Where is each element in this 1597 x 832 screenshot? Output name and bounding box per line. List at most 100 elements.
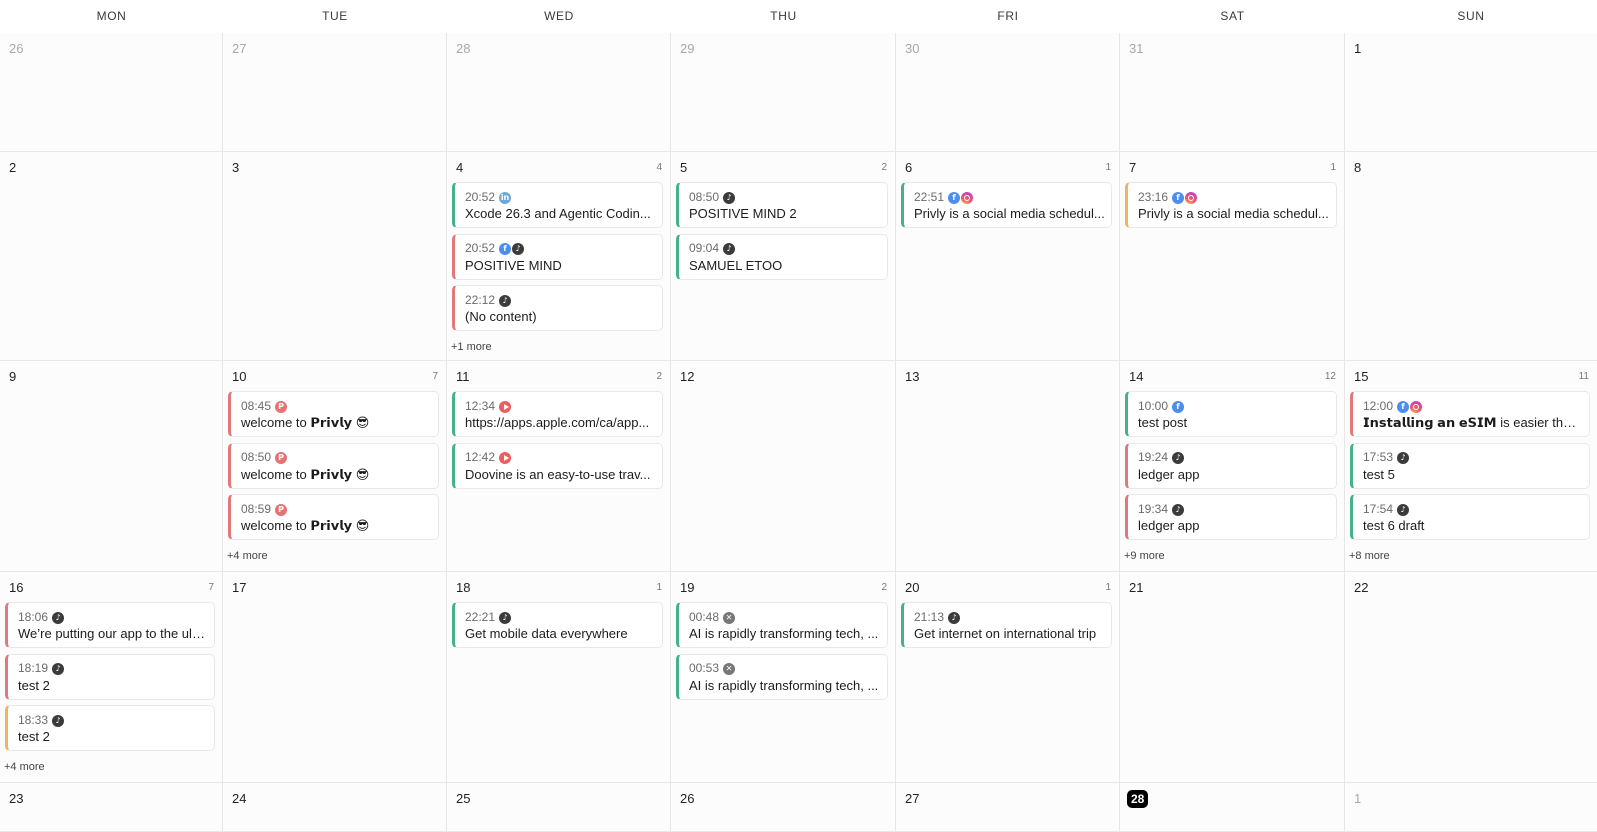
- tiktok-icon: ♪: [499, 611, 512, 624]
- scheduled-post-card[interactable]: 08:45 Pwelcome to 𝗣𝗿𝗶𝘃𝗹𝘆 😎: [228, 391, 439, 437]
- post-time-row: 18:06 ♪: [18, 608, 208, 624]
- day-cell[interactable]: 31: [1120, 33, 1345, 152]
- day-cell[interactable]: 18 1 22:21 ♪ Get mobile data everywhere: [447, 572, 671, 783]
- scheduled-post-card[interactable]: 00:48 ✕ AI is rapidly transforming tech, .…: [676, 602, 888, 648]
- facebook-icon: f: [1172, 400, 1185, 413]
- post-title: SAMUEL ETOO: [689, 257, 783, 273]
- day-number: 16: [9, 580, 24, 595]
- day-cell[interactable]: 23: [0, 783, 223, 832]
- day-cell[interactable]: 10 7 08:45 Pwelcome to 𝗣𝗿𝗶𝘃𝗹𝘆 😎 08:50 Pwelcom…: [223, 361, 447, 572]
- day-cell[interactable]: 28: [447, 33, 671, 152]
- platform-icons: ♪: [499, 292, 512, 308]
- day-cell[interactable]: 15 11 12:00 f 𝗜𝗻𝘀𝘁𝗮𝗹𝗹𝗶𝗻𝗴 𝗮𝗻 𝗲𝗦𝗜𝗠 is easier t…: [1345, 361, 1597, 572]
- post-time-row: 22:51 f: [914, 188, 1105, 204]
- scheduled-post-card[interactable]: 00:53 ✕ AI is rapidly transforming tech, .…: [676, 653, 888, 700]
- instagram-icon: [1410, 400, 1423, 413]
- scheduled-post-card[interactable]: 18:06 ♪ We’re putting our app to the ulti.…: [5, 602, 215, 648]
- post-title: welcome to 𝗣𝗿𝗶𝘃𝗹𝘆 😎: [241, 466, 370, 482]
- day-cell[interactable]: 27: [223, 33, 447, 152]
- day-cell[interactable]: 1: [1345, 783, 1597, 832]
- post-title: Get internet on international trip: [914, 626, 1097, 641]
- weekday-tue: TUE: [322, 9, 348, 23]
- scheduled-post-card[interactable]: 19:24 ♪ ledger app: [1125, 442, 1337, 489]
- scheduled-post-card[interactable]: 23:16 f Privly is a social media schedul..…: [1125, 182, 1337, 228]
- scheduled-post-card[interactable]: 18:33 ♪ test 2: [5, 705, 215, 751]
- youtube-icon: [499, 400, 512, 413]
- day-cell[interactable]: 17: [223, 572, 447, 783]
- scheduled-post-card[interactable]: 12:00 f 𝗜𝗻𝘀𝘁𝗮𝗹𝗹𝗶𝗻𝗴 𝗮𝗻 𝗲𝗦𝗜𝗠 is easier than …: [1350, 391, 1590, 437]
- day-cell[interactable]: 2: [0, 152, 223, 361]
- scheduled-post-card[interactable]: 08:59 Pwelcome to 𝗣𝗿𝗶𝘃𝗹𝘆 😎: [228, 494, 439, 540]
- post-time: 18:19: [18, 661, 49, 676]
- day-cell[interactable]: 3: [223, 152, 447, 361]
- scheduled-post-card[interactable]: 22:51 f Privly is a social media schedul..…: [901, 182, 1112, 228]
- post-time: 22:51: [914, 189, 945, 204]
- post-time: 00:48: [689, 609, 720, 624]
- day-cell[interactable]: 21: [1120, 572, 1345, 783]
- more-posts-link[interactable]: +8 more: [1349, 550, 1390, 562]
- day-cell[interactable]: 1: [1345, 33, 1597, 152]
- day-cell[interactable]: 11 2 12:34 https://apps.apple.com/ca/app...…: [447, 361, 671, 572]
- weekday-mon: MON: [96, 9, 127, 23]
- scheduled-post-card[interactable]: 08:50 ♪ POSITIVE MIND 2: [676, 182, 888, 228]
- post-title: AI is rapidly transforming tech, ...: [689, 626, 879, 641]
- scheduled-post-card[interactable]: 22:12 ♪ (No content): [452, 285, 663, 331]
- more-posts-link[interactable]: +4 more: [4, 761, 45, 773]
- scheduled-post-card[interactable]: 21:13 ♪ Get internet on international trip: [901, 602, 1112, 648]
- day-cell[interactable]: 27: [896, 783, 1120, 832]
- tiktok-icon: ♪: [512, 243, 525, 256]
- day-cell[interactable]: 26: [0, 33, 223, 152]
- post-time: 08:59: [241, 501, 272, 516]
- day-number: 10: [232, 369, 247, 384]
- day-cell[interactable]: 7 1 23:16 f Privly is a social media schedul…: [1120, 152, 1345, 361]
- day-cell[interactable]: 13: [896, 361, 1120, 572]
- more-posts-link[interactable]: +9 more: [1124, 550, 1165, 562]
- scheduled-post-card[interactable]: 18:19 ♪ test 2: [5, 653, 215, 700]
- day-number: 5: [680, 160, 688, 175]
- day-cell[interactable]: 26: [671, 783, 896, 832]
- day-cell[interactable]: 16 7 18:06 ♪ We’re putting our app to the ul…: [0, 572, 223, 783]
- day-cell[interactable]: 22: [1345, 572, 1597, 783]
- platform-icons: ✕: [723, 660, 736, 676]
- scheduled-post-card[interactable]: 09:04 ♪ SAMUEL ETOO: [676, 233, 888, 280]
- scheduled-post-card[interactable]: 20:52 in Xcode 26.3 and Agentic Codin...: [452, 182, 663, 228]
- day-cell[interactable]: 14 12 10:00 f test post 19:24 ♪ ledger app 19:34…: [1120, 361, 1345, 572]
- more-posts-link[interactable]: +1 more: [451, 341, 492, 353]
- scheduled-post-card[interactable]: 17:53 ♪ test 5: [1350, 442, 1590, 489]
- scheduled-post-card[interactable]: 12:42 Doovine is an easy-to-use trav...: [452, 442, 663, 489]
- day-cell[interactable]: 19 2 00:48 ✕ AI is rapidly transforming tech…: [671, 572, 896, 783]
- day-number: 15: [1354, 369, 1369, 384]
- post-time-row: 22:21 ♪: [465, 608, 656, 624]
- day-cell[interactable]: 6 1 22:51 f Privly is a social media schedul…: [896, 152, 1120, 361]
- day-number: 28: [456, 41, 471, 56]
- scheduled-post-card[interactable]: 10:00 f test post: [1125, 391, 1337, 437]
- scheduled-post-card[interactable]: 12:34 https://apps.apple.com/ca/app...: [452, 391, 663, 437]
- day-cell[interactable]: 24: [223, 783, 447, 832]
- platform-icons: f: [1397, 398, 1423, 414]
- day-cell[interactable]: 20 1 21:13 ♪ Get internet on international t…: [896, 572, 1120, 783]
- scheduled-post-card[interactable]: 08:50 Pwelcome to 𝗣𝗿𝗶𝘃𝗹𝘆 😎: [228, 442, 439, 489]
- post-count-badge: 1: [1330, 162, 1336, 173]
- event-list: 10:00 f test post 19:24 ♪ ledger app 19:34 ♪ led…: [1124, 391, 1337, 564]
- month-calendar: MON TUE WED THU FRI SAT SUN 26 27 28 29 30 31 1 2 3 4 4 2…: [0, 0, 1597, 832]
- scheduled-post-card[interactable]: 22:21 ♪ Get mobile data everywhere: [452, 602, 663, 648]
- more-posts-link[interactable]: +4 more: [227, 550, 268, 562]
- scheduled-post-card[interactable]: 17:54 ♪ test 6 draft: [1350, 494, 1590, 540]
- day-number: 24: [232, 791, 247, 806]
- day-number: 20: [905, 580, 920, 595]
- platform-icons: ♪: [499, 609, 512, 625]
- day-cell[interactable]: 4 4 20:52 in Xcode 26.3 and Agentic Codin...…: [447, 152, 671, 361]
- day-cell[interactable]: 5 2 08:50 ♪ POSITIVE MIND 2 09:04 ♪ SAMUEL ETOO: [671, 152, 896, 361]
- day-cell[interactable]: 12: [671, 361, 896, 572]
- day-cell[interactable]: 25: [447, 783, 671, 832]
- day-cell[interactable]: 28: [1120, 783, 1345, 832]
- scheduled-post-card[interactable]: 19:34 ♪ ledger app: [1125, 494, 1337, 540]
- tiktok-icon: ♪: [1172, 503, 1185, 516]
- day-number: 18: [456, 580, 471, 595]
- day-cell[interactable]: 30: [896, 33, 1120, 152]
- day-cell[interactable]: 9: [0, 361, 223, 572]
- day-cell[interactable]: 29: [671, 33, 896, 152]
- day-cell[interactable]: 8: [1345, 152, 1597, 361]
- post-title: https://apps.apple.com/ca/app...: [465, 415, 650, 430]
- scheduled-post-card[interactable]: 20:52 f ♪ POSITIVE MIND: [452, 233, 663, 280]
